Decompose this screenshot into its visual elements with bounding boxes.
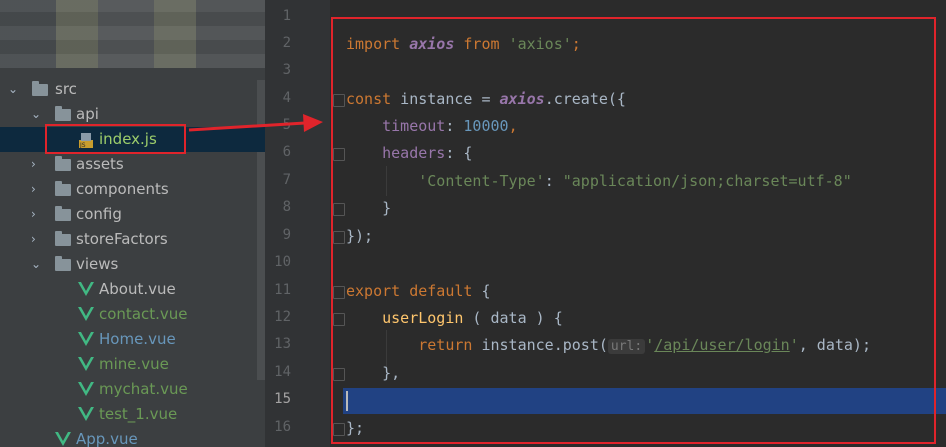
tree-item-about-vue[interactable]: About.vue xyxy=(0,277,265,302)
project-tree-panel: ⌄ src ⌄ api JS index.js › assets › compo… xyxy=(0,0,265,447)
url-link[interactable]: /api/user/login xyxy=(654,336,789,354)
line-number: 13 xyxy=(274,336,291,352)
chevron-right-icon[interactable]: › xyxy=(31,227,36,252)
text-caret xyxy=(346,391,348,411)
folder-icon xyxy=(55,256,71,271)
tree-item-mychat-vue[interactable]: mychat.vue xyxy=(0,377,265,402)
tree-item-home-vue[interactable]: Home.vue xyxy=(0,327,265,352)
line-number: 8 xyxy=(282,199,291,215)
tree-item-index-js[interactable]: JS index.js xyxy=(0,127,265,152)
tree-item-views[interactable]: ⌄ views xyxy=(0,252,265,277)
code-line-14[interactable]: }, xyxy=(346,360,400,387)
line-number: 12 xyxy=(274,309,291,325)
folder-icon xyxy=(32,81,48,96)
chevron-right-icon[interactable]: › xyxy=(31,177,36,202)
vue-file-icon xyxy=(78,382,94,396)
parameter-hint: url: xyxy=(607,339,646,354)
code-line-16[interactable]: }; xyxy=(346,415,364,442)
tree-item-contact-vue[interactable]: contact.vue xyxy=(0,302,265,327)
folder-icon xyxy=(55,206,71,221)
code-line-12[interactable]: userLogin ( data ) { xyxy=(346,305,563,332)
line-number: 4 xyxy=(282,90,291,106)
js-file-icon: JS xyxy=(79,133,93,148)
tree-item-test1-vue[interactable]: test_1.vue xyxy=(0,402,265,427)
tree-item-storefactors[interactable]: › storeFactors xyxy=(0,227,265,252)
tree-item-assets[interactable]: › assets xyxy=(0,152,265,177)
code-editor[interactable] xyxy=(330,0,946,447)
code-line-9[interactable]: }); xyxy=(346,223,373,250)
line-number: 9 xyxy=(282,227,291,243)
line-number-current: 15 xyxy=(274,391,291,407)
line-number: 11 xyxy=(274,282,291,298)
vue-file-icon xyxy=(78,357,94,371)
tree-item-config[interactable]: › config xyxy=(0,202,265,227)
tree-item-app-vue[interactable]: App.vue xyxy=(0,427,265,447)
current-line-highlight xyxy=(343,388,946,414)
svg-text:JS: JS xyxy=(79,142,86,148)
code-line-7[interactable]: 'Content-Type': "application/json;charse… xyxy=(346,168,851,195)
chevron-right-icon[interactable]: › xyxy=(31,152,36,177)
line-number: 2 xyxy=(282,35,291,51)
code-line-5[interactable]: timeout: 10000, xyxy=(346,113,517,140)
chevron-right-icon[interactable]: › xyxy=(31,202,36,227)
tree-item-api[interactable]: ⌄ api xyxy=(0,102,265,127)
code-line-11[interactable]: export default { xyxy=(346,278,491,305)
line-number: 10 xyxy=(274,254,291,270)
line-number: 5 xyxy=(282,117,291,133)
vue-file-icon xyxy=(78,332,94,346)
tree-item-mine-vue[interactable]: mine.vue xyxy=(0,352,265,377)
line-number: 7 xyxy=(282,172,291,188)
code-line-13[interactable]: return instance.post(url: '/api/user/logi… xyxy=(346,332,871,359)
vue-file-icon xyxy=(78,307,94,321)
vue-file-icon xyxy=(78,407,94,421)
line-number: 14 xyxy=(274,364,291,380)
line-number: 16 xyxy=(274,419,291,435)
tree-item-components[interactable]: › components xyxy=(0,177,265,202)
line-number: 1 xyxy=(282,8,291,24)
code-line-8[interactable]: } xyxy=(346,195,391,222)
line-number: 6 xyxy=(282,144,291,160)
code-line-6[interactable]: headers: { xyxy=(346,140,472,167)
chevron-down-icon[interactable]: ⌄ xyxy=(31,102,41,127)
line-number: 3 xyxy=(282,62,291,78)
tree-item-src[interactable]: ⌄ src xyxy=(0,77,265,102)
code-line-4[interactable]: const instance = axios.create({ xyxy=(346,86,626,113)
vue-file-icon xyxy=(55,432,71,446)
folder-icon xyxy=(55,181,71,196)
chevron-down-icon[interactable]: ⌄ xyxy=(8,77,18,102)
folder-icon xyxy=(55,231,71,246)
folder-icon xyxy=(55,106,71,121)
vue-file-icon xyxy=(78,282,94,296)
chevron-down-icon[interactable]: ⌄ xyxy=(31,252,41,277)
folder-icon xyxy=(55,156,71,171)
code-line-2[interactable]: import axios from 'axios'; xyxy=(346,31,581,58)
